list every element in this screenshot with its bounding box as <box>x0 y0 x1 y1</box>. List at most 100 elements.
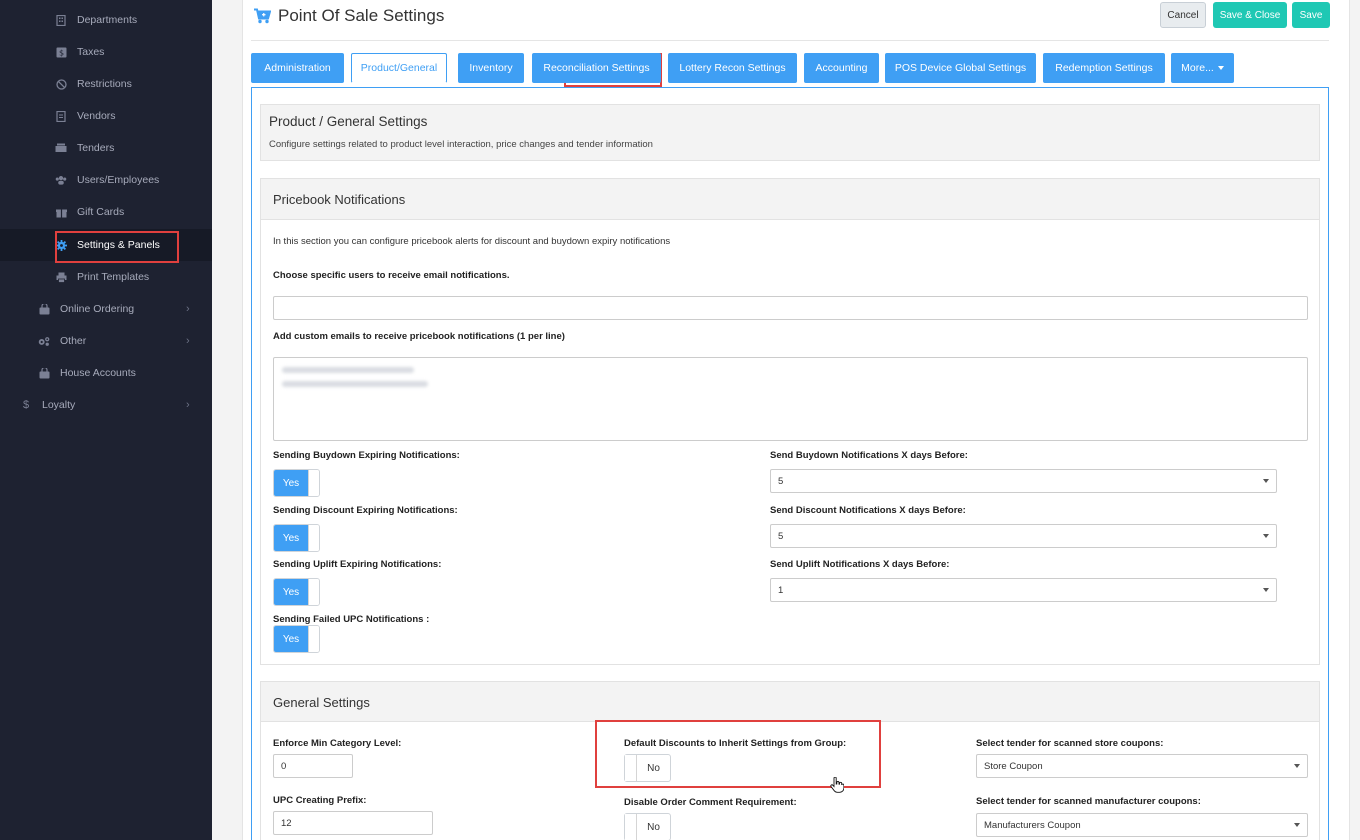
min-category-input[interactable]: 0 <box>273 754 353 778</box>
sidebar-item-label: Departments <box>77 14 138 26</box>
tab-redemption-settings[interactable]: Redemption Settings <box>1043 53 1165 83</box>
sidebar-item-label: Vendors <box>77 110 116 122</box>
sidebar-item-users-employees[interactable]: Users/Employees <box>55 164 159 196</box>
toggle-on-label: Yes <box>274 470 308 496</box>
save-close-button[interactable]: Save & Close <box>1213 2 1287 28</box>
sidebar-item-departments[interactable]: Departments <box>55 4 137 36</box>
save-button[interactable]: Save <box>1292 2 1330 28</box>
document-icon <box>55 110 67 122</box>
general-header: General Settings <box>261 682 1319 722</box>
bag-icon <box>38 367 50 379</box>
redacted-email <box>282 367 414 373</box>
tab-pos-device-global-settings[interactable]: POS Device Global Settings <box>885 53 1036 83</box>
failed-upc-notifications-toggle[interactable]: Yes <box>273 625 320 653</box>
sidebar-item-label: House Accounts <box>60 367 136 379</box>
sidebar-item-label: Tenders <box>77 142 115 154</box>
chevron-right-icon: › <box>186 335 190 347</box>
chevron-down-icon <box>1263 588 1269 592</box>
cancel-button[interactable]: Cancel <box>1160 2 1206 28</box>
sidebar-item-label: Users/Employees <box>77 174 160 186</box>
sidebar-item-taxes[interactable]: $ Taxes <box>55 36 104 68</box>
gears-icon <box>38 335 50 347</box>
custom-emails-textarea[interactable] <box>273 357 1308 441</box>
cash-icon <box>55 142 67 154</box>
upc-prefix-label: UPC Creating Prefix: <box>273 795 367 806</box>
chevron-down-icon <box>1294 764 1300 768</box>
dollar-box-icon: $ <box>55 46 67 58</box>
chevron-down-icon <box>1263 479 1269 483</box>
sidebar-item-restrictions[interactable]: Restrictions <box>55 68 132 100</box>
dollar-icon: $ <box>22 399 30 411</box>
chevron-right-icon: › <box>186 399 190 411</box>
sidebar-item-label: Gift Cards <box>77 206 125 218</box>
redacted-email <box>282 381 428 387</box>
tab-more-dropdown[interactable]: More... <box>1171 53 1234 83</box>
sidebar-item-label: Print Templates <box>77 271 150 283</box>
sidebar-item-label: Taxes <box>77 46 105 58</box>
header-divider <box>251 40 1329 41</box>
select-value: 1 <box>778 584 784 596</box>
toggle-on-label: Yes <box>274 626 308 652</box>
sidebar-item-vendors[interactable]: Vendors <box>55 100 116 132</box>
sidebar-item-tenders[interactable]: Tenders <box>55 132 114 164</box>
buydown-days-select[interactable]: 5 <box>770 469 1277 493</box>
uplift-days-select[interactable]: 1 <box>770 578 1277 602</box>
users-icon <box>55 174 67 186</box>
toggle-off-label: No <box>647 821 660 833</box>
page-title-text: Point Of Sale Settings <box>278 6 445 25</box>
store-coupon-tender-select[interactable]: Store Coupon <box>976 754 1308 778</box>
caret-down-icon <box>1217 66 1224 70</box>
discount-days-select[interactable]: 5 <box>770 524 1277 548</box>
hand-cursor-icon <box>830 777 844 793</box>
failed-upc-notifications-label: Sending Failed UPC Notifications : <box>273 614 430 625</box>
sidebar-highlight-box <box>55 231 179 263</box>
tab-more-label: More... <box>1181 62 1214 74</box>
main-area: Point Of Sale Settings Cancel Save & Clo… <box>212 0 1360 840</box>
sidebar-item-online-ordering[interactable]: Online Ordering › <box>38 293 198 325</box>
users-label: Choose specific users to receive email n… <box>273 270 510 281</box>
discount-notifications-toggle[interactable]: Yes <box>273 524 320 552</box>
product-general-header: Product / General Settings Configure set… <box>260 104 1320 161</box>
ban-icon <box>55 78 67 90</box>
select-value: Store Coupon <box>984 760 1043 772</box>
discount-notifications-label: Sending Discount Expiring Notifications: <box>273 505 458 516</box>
pricebook-notifications-section: Pricebook Notifications In this section … <box>260 178 1320 665</box>
order-comment-toggle[interactable]: No <box>624 813 671 840</box>
custom-emails-label: Add custom emails to receive pricebook n… <box>273 331 565 342</box>
section-subtitle: Configure settings related to product le… <box>269 139 653 150</box>
upc-prefix-input[interactable]: 12 <box>273 811 433 835</box>
tab-accounting[interactable]: Accounting <box>804 53 879 83</box>
chevron-right-icon: › <box>186 303 190 315</box>
tab-administration[interactable]: Administration <box>251 53 344 83</box>
sidebar-item-label: Loyalty <box>42 399 76 411</box>
pricebook-intro: In this section you can configure priceb… <box>273 236 671 247</box>
discount-days-label: Send Discount Notifications X days Befor… <box>770 505 966 516</box>
settings-card: Point Of Sale Settings Cancel Save & Clo… <box>242 0 1350 840</box>
sidebar-item-gift-cards[interactable]: Gift Cards <box>55 196 124 228</box>
store-coupon-tender-label: Select tender for scanned store coupons: <box>976 738 1164 749</box>
buydown-notifications-toggle[interactable]: Yes <box>273 469 320 497</box>
manufacturer-coupon-tender-select[interactable]: Manufacturers Coupon <box>976 813 1308 837</box>
min-category-label: Enforce Min Category Level: <box>273 738 402 749</box>
printer-icon <box>55 271 67 283</box>
tab-lottery-recon-settings[interactable]: Lottery Recon Settings <box>668 53 797 83</box>
tab-reconciliation-settings[interactable]: Reconciliation Settings <box>532 53 661 83</box>
sidebar-item-loyalty[interactable]: $ Loyalty › <box>20 389 198 421</box>
section-title: General Settings <box>273 695 370 710</box>
sidebar-item-label: Online Ordering <box>60 303 135 315</box>
users-select-input[interactable] <box>273 296 1308 320</box>
tab-product-general[interactable]: Product/General <box>351 53 447 83</box>
sidebar-item-other[interactable]: Other › <box>38 325 198 357</box>
select-value: 5 <box>778 475 784 487</box>
svg-text:$: $ <box>58 48 63 57</box>
gift-icon <box>55 206 67 218</box>
section-title: Product / General Settings <box>269 114 428 129</box>
buydown-days-label: Send Buydown Notifications X days Before… <box>770 450 968 461</box>
sidebar-item-print-templates[interactable]: Print Templates <box>55 261 149 293</box>
sidebar-item-house-accounts[interactable]: House Accounts <box>38 357 136 389</box>
chevron-down-icon <box>1294 823 1300 827</box>
tab-inventory[interactable]: Inventory <box>458 53 524 83</box>
buydown-notifications-label: Sending Buydown Expiring Notifications: <box>273 450 460 461</box>
select-value: Manufacturers Coupon <box>984 819 1081 831</box>
uplift-notifications-toggle[interactable]: Yes <box>273 578 320 606</box>
